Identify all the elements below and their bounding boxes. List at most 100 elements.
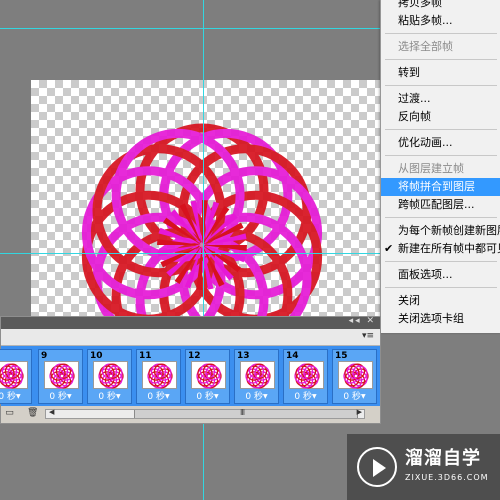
- animation-frame[interactable]: 0 秒▼: [0, 349, 32, 404]
- frame-delay-label: 0 秒: [49, 392, 67, 402]
- frame-delay-dropdown[interactable]: 0 秒▼: [0, 389, 31, 402]
- menu-separator: [385, 261, 497, 262]
- animation-panel: ◂◂ ✕ ▾≡ 0 秒▼ 9 0 秒▼ 10 0 秒▼ 11 0 秒▼ 12 0 秒▼ 13 0 秒…: [0, 316, 381, 424]
- menu-item-13[interactable]: 关闭: [381, 292, 500, 310]
- frame-thumbnail: [240, 361, 275, 389]
- frame-thumbnail: [44, 361, 79, 389]
- scroll-left-icon[interactable]: ◀: [49, 408, 54, 416]
- frame-delay-dropdown[interactable]: 0 秒▼: [137, 389, 180, 402]
- document-canvas[interactable]: [31, 80, 380, 320]
- menu-separator: [385, 217, 497, 218]
- menu-separator: [385, 287, 497, 288]
- panel-bottom-bar: ▭ 🗑 ◀ III ▶: [1, 406, 380, 423]
- menu-item-11[interactable]: ✔ 新建在所有帧中都可见: [381, 240, 500, 258]
- menu-item-4[interactable]: 过渡...: [381, 90, 500, 108]
- frame-number: 12: [188, 351, 201, 361]
- dropdown-arrow-icon: ▼: [311, 393, 317, 400]
- menu-item-label: 关闭: [398, 294, 420, 307]
- menu-separator: [385, 85, 497, 86]
- panel-collapse-close-icons[interactable]: ◂◂ ✕: [349, 316, 376, 326]
- frame-number: 14: [286, 351, 299, 361]
- menu-item-label: 为每个新帧创建新图层: [398, 224, 500, 237]
- menu-item-7: 从图层建立帧: [381, 160, 500, 178]
- dropdown-arrow-icon: ▼: [15, 393, 21, 400]
- frame-number: 11: [139, 351, 152, 361]
- delete-frame-icon[interactable]: 🗑: [27, 408, 38, 419]
- frame-thumbnail: [191, 361, 226, 389]
- dropdown-arrow-icon: ▼: [164, 393, 170, 400]
- play-logo-icon: [357, 447, 397, 487]
- dropdown-arrow-icon: ▼: [360, 393, 366, 400]
- panel-tab-row: ▾≡: [1, 329, 380, 346]
- menu-item-label: 面板选项...: [398, 268, 453, 281]
- frame-thumbnail: [338, 361, 373, 389]
- guide-horizontal-3: [31, 253, 380, 254]
- menu-item-6[interactable]: 优化动画...: [381, 134, 500, 152]
- frame-delay-label: 0 秒: [294, 392, 312, 402]
- menu-item-5[interactable]: 反向帧: [381, 108, 500, 126]
- frame-delay-dropdown[interactable]: 0 秒▼: [39, 389, 82, 402]
- frame-delay-label: 0 秒: [196, 392, 214, 402]
- dropdown-arrow-icon: ▼: [115, 393, 121, 400]
- panel-titlebar[interactable]: ◂◂ ✕: [1, 316, 380, 329]
- frame-delay-label: 0 秒: [98, 392, 116, 402]
- menu-item-label: 优化动画...: [398, 136, 453, 149]
- frame-delay-label: 0 秒: [0, 392, 16, 402]
- scrollbar-thumb[interactable]: III: [134, 408, 358, 418]
- checkmark-icon: ✔: [384, 242, 394, 255]
- spirograph-artwork: [81, 123, 323, 320]
- menu-separator: [385, 155, 497, 156]
- menu-item-label: 反向帧: [398, 110, 431, 123]
- frame-thumbnail: [142, 361, 177, 389]
- frame-delay-label: 0 秒: [147, 392, 165, 402]
- animation-panel-menu[interactable]: 拷贝多帧粘贴多帧... 选择全部帧转到过渡... 反向帧优化动画... 从图层建立帧将…: [380, 0, 500, 333]
- menu-item-8[interactable]: 将帧拼合到图层: [381, 178, 500, 196]
- scrollbar-grip-icon: III: [240, 408, 245, 417]
- menu-item-label: 关闭选项卡组: [398, 312, 464, 325]
- animation-frame[interactable]: 9 0 秒▼: [38, 349, 83, 404]
- animation-frame[interactable]: 14 0 秒▼: [283, 349, 328, 404]
- menu-item-10[interactable]: 为每个新帧创建新图层: [381, 222, 500, 240]
- frame-delay-dropdown[interactable]: 0 秒▼: [186, 389, 229, 402]
- frame-number: 15: [335, 351, 348, 361]
- frame-delay-dropdown[interactable]: 0 秒▼: [333, 389, 376, 402]
- menu-item-label: 转到: [398, 66, 420, 79]
- menu-item-9[interactable]: 跨帧匹配图层...: [381, 196, 500, 214]
- menu-item-label: 选择全部帧: [398, 40, 453, 53]
- watermark: 溜溜自学 ZIXUE.3D66.COM: [347, 434, 500, 500]
- menu-separator: [385, 33, 497, 34]
- watermark-subtitle: ZIXUE.3D66.COM: [405, 473, 489, 482]
- frame-number: 9: [41, 351, 48, 361]
- menu-item-3[interactable]: 转到: [381, 64, 500, 82]
- animation-frame[interactable]: 11 0 秒▼: [136, 349, 181, 404]
- dropdown-arrow-icon: ▼: [66, 393, 72, 400]
- guide-vertical-2: [203, 80, 204, 320]
- panel-menu-icon[interactable]: ▾≡: [362, 331, 374, 341]
- menu-item-0[interactable]: 拷贝多帧: [381, 0, 500, 12]
- frame-thumbnail: [93, 361, 128, 389]
- frame-delay-label: 0 秒: [343, 392, 361, 402]
- new-frame-icon[interactable]: ▭: [4, 408, 15, 419]
- frame-delay-dropdown[interactable]: 0 秒▼: [284, 389, 327, 402]
- menu-item-label: 将帧拼合到图层: [398, 180, 475, 193]
- menu-item-2: 选择全部帧: [381, 38, 500, 56]
- animation-frame[interactable]: 13 0 秒▼: [234, 349, 279, 404]
- menu-item-12[interactable]: 面板选项...: [381, 266, 500, 284]
- frame-delay-dropdown[interactable]: 0 秒▼: [235, 389, 278, 402]
- menu-item-label: 过渡...: [398, 92, 431, 105]
- menu-item-14[interactable]: 关闭选项卡组: [381, 310, 500, 328]
- menu-separator: [385, 59, 497, 60]
- animation-frame[interactable]: 10 0 秒▼: [87, 349, 132, 404]
- animation-frame[interactable]: 12 0 秒▼: [185, 349, 230, 404]
- menu-item-1[interactable]: 粘贴多帧...: [381, 12, 500, 30]
- dropdown-arrow-icon: ▼: [213, 393, 219, 400]
- scroll-right-icon[interactable]: ▶: [357, 408, 362, 416]
- frames-strip: 0 秒▼ 9 0 秒▼ 10 0 秒▼ 11 0 秒▼ 12 0 秒▼ 13 0 秒▼ 14 0 秒▼ 1…: [0, 346, 380, 406]
- animation-frame[interactable]: 15 0 秒▼: [332, 349, 377, 404]
- frames-horizontal-scrollbar[interactable]: ◀ III ▶: [45, 408, 365, 419]
- frame-delay-dropdown[interactable]: 0 秒▼: [88, 389, 131, 402]
- menu-item-label: 从图层建立帧: [398, 162, 464, 175]
- menu-item-label: 拷贝多帧: [398, 0, 442, 9]
- frame-number: 13: [237, 351, 250, 361]
- watermark-title: 溜溜自学: [405, 448, 481, 469]
